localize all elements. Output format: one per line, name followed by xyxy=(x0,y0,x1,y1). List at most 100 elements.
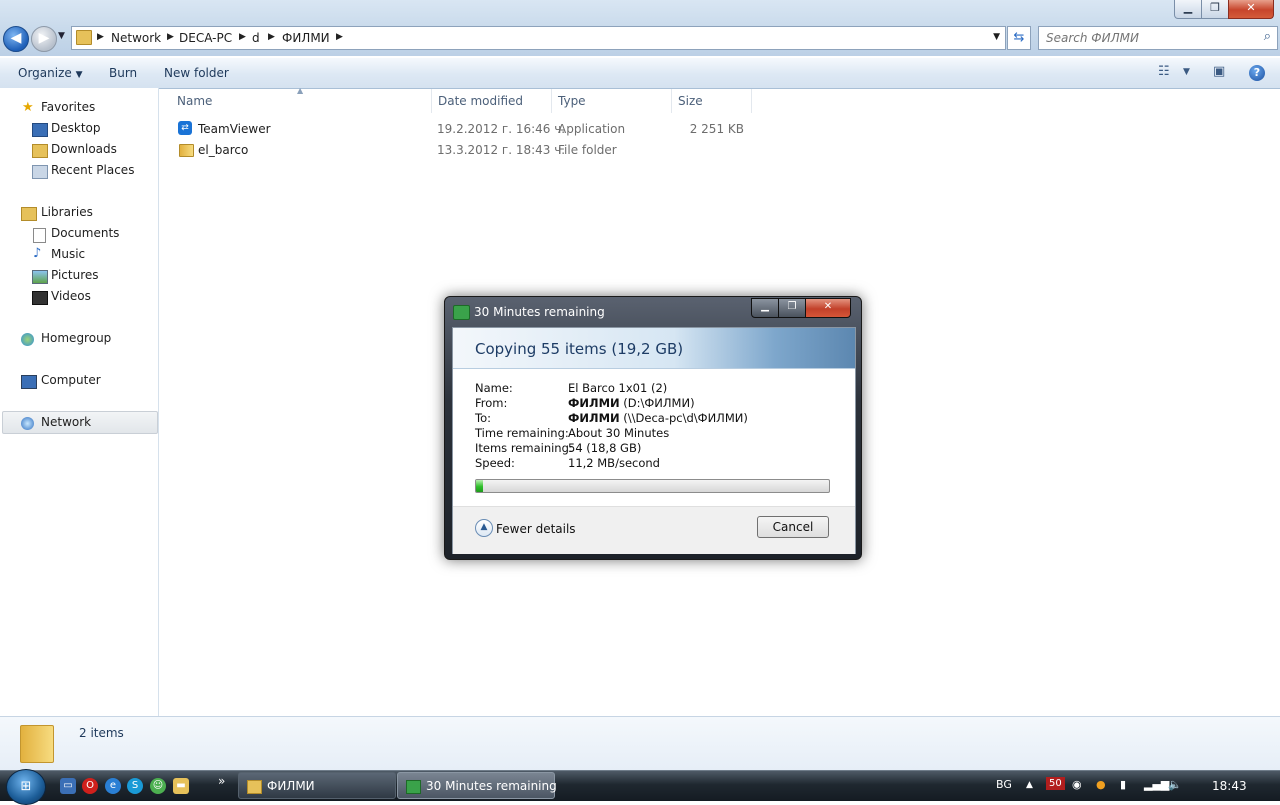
column-divider[interactable] xyxy=(551,89,552,113)
column-header-date[interactable]: Date modified xyxy=(438,94,523,108)
folder-icon xyxy=(179,144,194,157)
folder-icon xyxy=(247,780,262,794)
organize-button[interactable]: Organize ▼ xyxy=(18,66,83,80)
search-box[interactable]: ⌕ xyxy=(1038,26,1278,50)
fewer-details-link[interactable]: Fewer details xyxy=(496,522,576,536)
computer-icon xyxy=(21,375,37,389)
breadcrumb-separator-icon[interactable]: ▶ xyxy=(268,32,275,42)
file-size: 2 251 KB xyxy=(689,122,744,136)
dialog-maximize-button[interactable]: ❐ xyxy=(778,298,806,318)
opera-icon[interactable]: O xyxy=(82,778,98,794)
value-from[interactable]: ФИЛМИ (D:\ФИЛМИ) xyxy=(568,396,695,410)
back-arrow-icon: ◀ xyxy=(10,30,22,46)
taskbar-item-explorer[interactable]: ФИЛМИ xyxy=(238,772,396,799)
nav-favorites[interactable]: Favorites xyxy=(41,100,95,114)
nav-pictures[interactable]: Pictures xyxy=(51,268,99,282)
view-dropdown-icon[interactable]: ▼ xyxy=(1183,67,1190,77)
search-input[interactable] xyxy=(1039,27,1249,49)
dialog-close-button[interactable]: ✕ xyxy=(805,298,851,318)
address-bar[interactable]: ▶ Network ▶ DECA-PC ▶ d ▶ ФИЛМИ ▶ ▼ xyxy=(71,26,1006,50)
cancel-button[interactable]: Cancel xyxy=(757,516,829,538)
column-divider[interactable] xyxy=(431,89,432,113)
nav-libraries[interactable]: Libraries xyxy=(41,205,93,219)
tray-app-icon[interactable]: ◉ xyxy=(1072,778,1082,791)
show-desktop-icon[interactable]: ▭ xyxy=(60,778,76,794)
new-folder-button[interactable]: New folder xyxy=(164,66,229,80)
nav-computer[interactable]: Computer xyxy=(41,373,101,387)
forward-arrow-icon: ▶ xyxy=(38,30,50,46)
windows-logo-icon: ⊞ xyxy=(20,779,32,794)
sort-indicator-icon: ▲ xyxy=(297,86,304,95)
breadcrumb-separator-icon[interactable]: ▶ xyxy=(336,32,343,42)
chevron-up-icon[interactable]: ▲ xyxy=(475,519,493,537)
value-to[interactable]: ФИЛМИ (\\Deca-pc\d\ФИЛМИ) xyxy=(568,411,748,425)
maximize-button[interactable]: ❐ xyxy=(1201,0,1229,19)
volume-icon[interactable]: 🔈 xyxy=(1168,778,1182,791)
refresh-button[interactable]: ⇆ xyxy=(1007,26,1031,50)
quicklaunch-more[interactable]: » xyxy=(218,774,225,788)
label-name: Name: xyxy=(475,381,513,395)
help-icon[interactable]: ? xyxy=(1249,65,1265,81)
nav-homegroup[interactable]: Homegroup xyxy=(41,331,111,345)
desktop-icon xyxy=(32,123,48,137)
address-dropdown-icon[interactable]: ▼ xyxy=(993,32,1000,42)
label-to: To: xyxy=(475,411,491,425)
column-divider[interactable] xyxy=(671,89,672,113)
value-name: El Barco 1x01 (2) xyxy=(568,381,668,395)
videos-icon xyxy=(32,291,48,305)
breadcrumb-separator-icon[interactable]: ▶ xyxy=(97,32,104,42)
folder-icon xyxy=(20,725,54,763)
nav-downloads[interactable]: Downloads xyxy=(51,142,117,156)
tray-alert-icon[interactable]: ● xyxy=(1096,778,1106,791)
table-row[interactable]: ⇄ TeamViewer 19.2.2012 г. 16:46 ч. Appli… xyxy=(170,118,750,139)
messenger-icon[interactable]: ☺ xyxy=(150,778,166,794)
language-indicator[interactable]: BG xyxy=(996,778,1012,791)
power-icon[interactable]: ▮ xyxy=(1120,778,1126,791)
breadcrumb-separator-icon[interactable]: ▶ xyxy=(167,32,174,42)
column-header-name[interactable]: Name xyxy=(177,94,212,108)
nav-network[interactable]: Network xyxy=(41,415,91,429)
minimize-button[interactable]: ▁ xyxy=(1174,0,1202,19)
taskbar-item-copy[interactable]: 30 Minutes remaining xyxy=(397,772,557,799)
skype-icon[interactable]: S xyxy=(127,778,143,794)
dialog-heading: Copying 55 items (19,2 GB) xyxy=(475,340,684,358)
refresh-icon: ⇆ xyxy=(1013,30,1025,45)
preview-pane-icon[interactable]: ▣ xyxy=(1213,64,1225,79)
breadcrumb-filmi[interactable]: ФИЛМИ xyxy=(282,31,330,45)
column-header-type[interactable]: Type xyxy=(558,94,586,108)
breadcrumb-separator-icon[interactable]: ▶ xyxy=(239,32,246,42)
dialog-title: 30 Minutes remaining xyxy=(474,305,605,319)
breadcrumb-network[interactable]: Network xyxy=(111,31,161,45)
search-icon[interactable]: ⌕ xyxy=(1264,29,1271,44)
chevron-down-icon: ▼ xyxy=(75,70,83,80)
show-hidden-icons[interactable]: ▲ xyxy=(1026,780,1033,790)
explorer-icon[interactable]: ▬ xyxy=(173,778,189,794)
column-divider[interactable] xyxy=(751,89,752,113)
recent-pages-dropdown[interactable]: ▼ xyxy=(58,31,65,41)
table-row[interactable]: el_barco 13.3.2012 г. 18:43 ч. File fold… xyxy=(170,139,750,160)
view-options-icon[interactable]: ☷ xyxy=(1158,64,1170,79)
libraries-icon xyxy=(21,207,37,221)
breadcrumb-d[interactable]: d xyxy=(252,31,260,45)
command-bar: Organize ▼ Burn New folder ☷ ▼ ▣ ? xyxy=(0,57,1280,89)
nav-documents[interactable]: Documents xyxy=(51,226,119,240)
clock[interactable]: 18:43 xyxy=(1212,779,1247,793)
forward-button[interactable]: ▶ xyxy=(31,26,57,52)
back-button[interactable]: ◀ xyxy=(3,26,29,52)
internet-explorer-icon[interactable]: e xyxy=(105,778,121,794)
burn-button[interactable]: Burn xyxy=(109,66,137,80)
breadcrumb-deca-pc[interactable]: DECA-PC xyxy=(179,31,232,45)
tray-badge[interactable]: 50 xyxy=(1046,777,1065,790)
nav-recent-places[interactable]: Recent Places xyxy=(51,163,134,177)
file-type: File folder xyxy=(558,143,617,157)
nav-videos[interactable]: Videos xyxy=(51,289,91,303)
network-signal-icon[interactable]: ▂▄▆ xyxy=(1144,778,1169,791)
nav-desktop[interactable]: Desktop xyxy=(51,121,101,135)
close-button[interactable]: ✕ xyxy=(1228,0,1274,19)
label-speed: Speed: xyxy=(475,456,515,470)
dialog-header: Copying 55 items (19,2 GB) xyxy=(453,328,855,369)
nav-music[interactable]: Music xyxy=(51,247,85,261)
recent-places-icon xyxy=(32,165,48,179)
dialog-minimize-button[interactable]: ▁ xyxy=(751,298,779,318)
column-header-size[interactable]: Size xyxy=(678,94,703,108)
